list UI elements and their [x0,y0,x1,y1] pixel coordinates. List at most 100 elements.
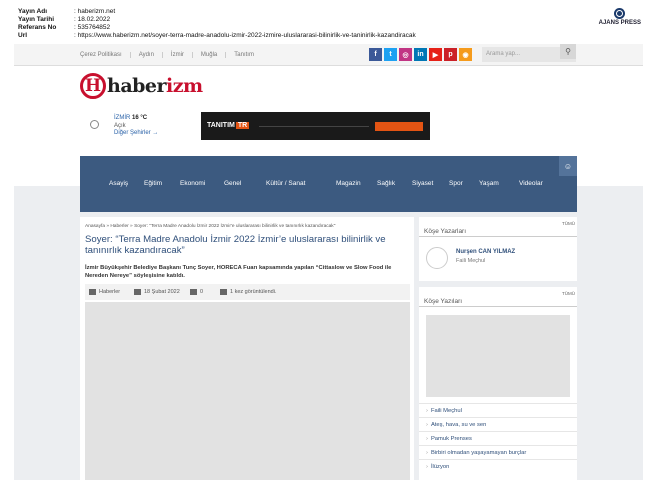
globe-icon [614,8,626,19]
logo-text-b: izm [166,75,203,97]
nav-item[interactable]: Kültür / Sanat [266,180,305,187]
other-cities-link[interactable]: Diğer Şehirler → [114,130,158,136]
article-title: Soyer: “Terra Madre Anadolu İzmir 2022 İ… [85,234,386,256]
ajans-press-logo: AJANS PRESS [599,8,641,26]
clipping-metadata: Yayın Adı : haberizm.net Yayın Tarihi : 18… [18,8,416,40]
divider [419,306,577,307]
info-date: 18 Şubat 2022 [134,289,180,295]
weather-temp: 16 °C [132,115,148,121]
meta-value: : 18.02.2022 [74,16,111,23]
meta-value: : https://www.haberizm.net/soyer-terra-m… [74,32,416,39]
banner-badge: TR [235,122,250,129]
divider [419,236,577,237]
top-link[interactable]: Çerez Politikası [80,52,130,58]
article: Anasayfa » Haberler » Soyer: "Terra Madr… [80,217,414,480]
site-logo[interactable]: H haberizm [80,73,203,99]
logo-mark: H [80,73,106,99]
columns-list: Faili Meçhul Ateş, hava, su ve sen Pamuk… [419,403,577,473]
instagram-icon[interactable]: ◎ [399,48,412,61]
author-name[interactable]: Nurşen CAN YILMAZ [456,249,515,255]
nav-item[interactable]: Siyaset [412,180,433,187]
meta-key: Referans No [18,24,57,31]
comments-count: 0 [200,289,204,295]
agency-name: AJANS PRESS [598,20,641,26]
list-item[interactable]: Ateş, hava, su ve sen [419,417,577,431]
top-link[interactable]: Muğla [191,52,225,58]
nav-item[interactable]: Asayiş [109,180,128,187]
meta-value: : 535764852 [74,24,111,31]
list-item[interactable]: Pamuk Prenses [419,431,577,445]
linkedin-icon[interactable]: in [414,48,427,61]
columns-title: Köşe Yazıları [424,298,463,305]
weather-widget: İZMİR 16 °C Açık Diğer Şehirler → [82,111,174,141]
banner-label: TANITIM [207,122,235,129]
web-page: Çerez Politikası Aydın İzmir Muğla Tanıt… [14,44,643,480]
nav-item[interactable]: Magazin [336,180,361,187]
column-image[interactable] [426,315,570,397]
nav-item[interactable]: Videolar [519,180,543,187]
bar-chart-icon [220,289,227,295]
columns-all-link[interactable]: TÜMÜ [562,291,575,296]
article-lead: İzmir Büyükşehir Belediye Başkanı Tunç S… [85,265,392,279]
authors-all-link[interactable]: TÜMÜ [562,221,575,226]
author-column[interactable]: Faili Meçhul [456,258,485,264]
youtube-icon[interactable]: ▶ [429,48,442,61]
authors-title: Köşe Yazarları [424,228,467,235]
main-nav: Asayiş Eğitim Ekonomi Genel Kültür / San… [80,156,577,212]
nav-item[interactable]: Genel [224,180,241,187]
weather-condition: Açık [114,123,126,129]
nav-item[interactable]: Spor [449,180,463,187]
meta-value: : haberizm.net [74,8,116,15]
meta-key: Url [18,32,28,39]
info-category[interactable]: Haberler [89,289,120,295]
calendar-icon [134,289,141,295]
meta-row: Yayın Tarihi : 18.02.2022 [18,16,416,24]
user-icon[interactable]: ☺ [559,156,577,176]
social-links: f t ◎ in ▶ p ◉ [369,48,472,61]
list-item[interactable]: Birbiri olmadan yaşayamayan burçlar [419,445,577,459]
sun-icon [90,120,99,129]
info-views: 1 kez görüntülendi. [220,289,276,295]
nav-item[interactable]: Yaşam [479,180,499,187]
list-item[interactable]: Faili Meçhul [419,403,577,417]
weather-city: İZMİR 16 °C [114,115,147,121]
nav-item[interactable]: Eğitim [144,180,162,187]
meta-row: Url : https://www.haberizm.net/soyer-terr… [18,32,416,40]
comment-icon [190,289,197,295]
logo-text: haberizm [107,75,203,97]
meta-key: Yayın Tarihi [18,16,55,23]
facebook-icon[interactable]: f [369,48,382,61]
top-link[interactable]: Tanıtım [225,52,262,58]
nav-item[interactable]: Sağlık [377,180,395,187]
top-link[interactable]: İzmir [161,52,192,58]
folder-icon [89,289,96,295]
rss-icon[interactable]: ◉ [459,48,472,61]
breadcrumb[interactable]: Anasayfa » Haberler » Soyer: "Terra Madr… [85,224,335,229]
top-link[interactable]: Aydın [129,52,162,58]
category-label: Haberler [99,289,121,295]
columns-box: TÜMÜ Köşe Yazıları Faili Meçhul Ateş, ha… [419,287,577,480]
article-info-bar: Haberler 18 Şubat 2022 0 1 kez görüntüle… [85,284,410,300]
list-item[interactable]: İlüzyon [419,459,577,473]
article-image [85,302,410,480]
search-icon[interactable]: ⚲ [560,44,576,59]
nav-item[interactable]: Ekonomi [180,180,205,187]
date-label: 18 Şubat 2022 [144,289,180,295]
meta-row: Referans No : 535764852 [18,24,416,32]
meta-key: Yayın Adı [18,8,48,15]
city-name: İZMİR [114,115,131,121]
banner-line [259,126,369,127]
sidebar: TÜMÜ Köşe Yazarları Nurşen CAN YILMAZ Fa… [419,217,577,480]
logo-text-a: haber [107,75,167,97]
top-links: Çerez Politikası Aydın İzmir Muğla Tanıt… [80,52,262,58]
pinterest-icon[interactable]: p [444,48,457,61]
banner-text: TANITIM TR [207,122,250,129]
authors-box: TÜMÜ Köşe Yazarları Nurşen CAN YILMAZ Fa… [419,217,577,281]
info-comments[interactable]: 0 [190,289,203,295]
meta-row: Yayın Adı : haberizm.net [18,8,416,16]
top-bar: Çerez Politikası Aydın İzmir Muğla Tanıt… [14,44,643,66]
avatar[interactable] [426,247,448,269]
twitter-icon[interactable]: t [384,48,397,61]
banner-bar [375,122,423,131]
ad-banner[interactable]: TANITIM TR [201,112,430,140]
